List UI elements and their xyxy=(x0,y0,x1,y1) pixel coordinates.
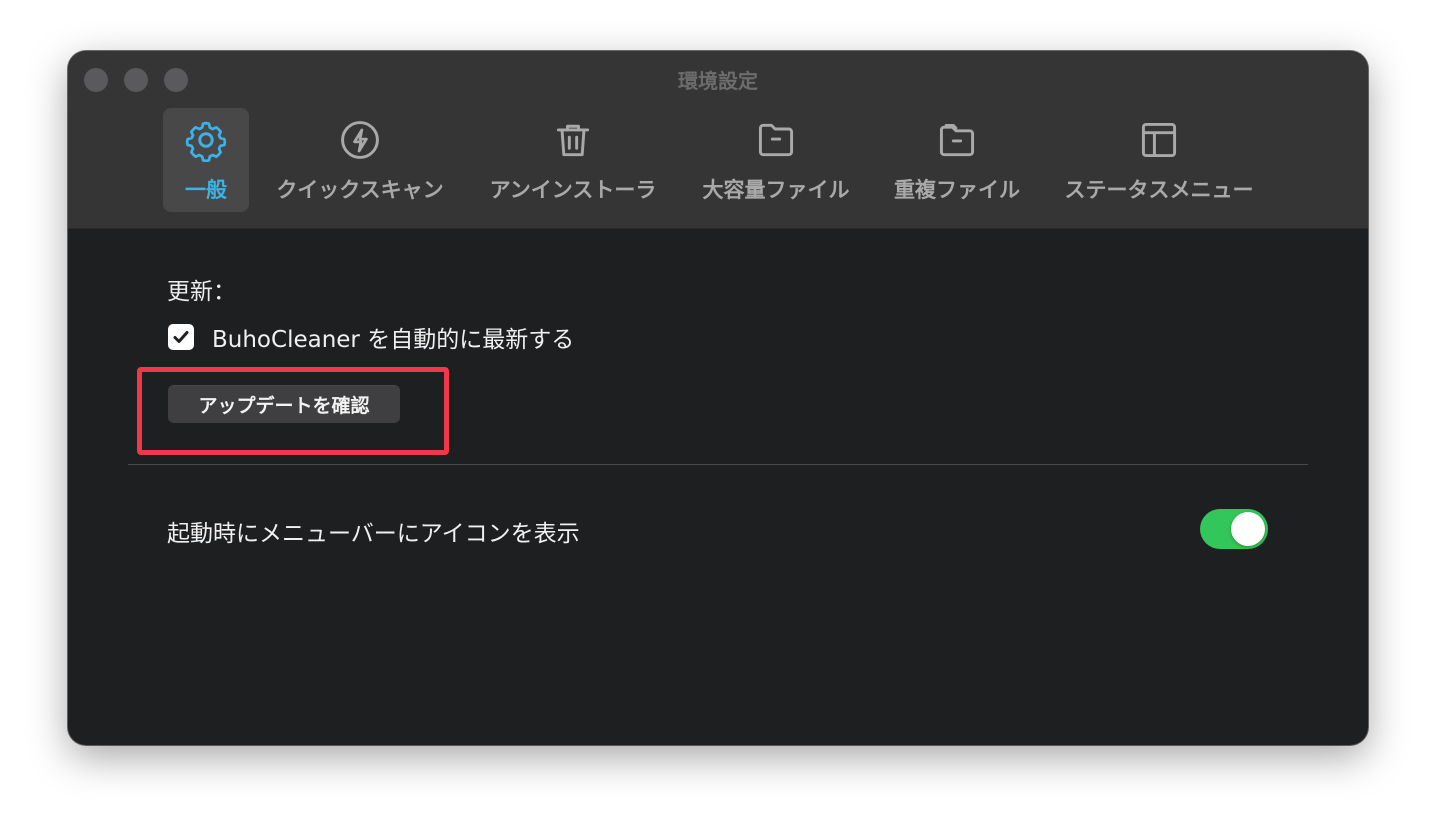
preferences-tabs: 一般 クイックスキャン アンインストーラ 大容量ファイル 重複ファイル ステータ… xyxy=(68,108,1368,212)
trash-icon xyxy=(551,118,595,162)
window-title: 環境設定 xyxy=(678,69,758,93)
checkmark-icon xyxy=(173,331,189,343)
tab-label: ステータスメニュー xyxy=(1064,178,1254,202)
general-settings-panel: 更新： BuhoCleaner を自動的に最新する アップデートを確認 起動時に… xyxy=(68,228,1368,745)
check-for-updates-button[interactable]: アップデートを確認 xyxy=(168,385,400,423)
lightning-icon xyxy=(338,118,382,162)
tab-general[interactable]: 一般 xyxy=(163,108,249,212)
tab-label: クイックスキャン xyxy=(276,178,444,202)
divider xyxy=(128,464,1308,465)
tab-label: 一般 xyxy=(185,178,227,202)
gear-icon xyxy=(184,118,228,162)
toggle-knob xyxy=(1231,512,1265,546)
menubar-icon-label: 起動時にメニューバーにアイコンを表示 xyxy=(167,521,580,547)
tab-uninstaller[interactable]: アンインストーラ xyxy=(481,108,665,212)
tab-duplicate-files[interactable]: 重複ファイル xyxy=(887,108,1027,212)
tab-large-files[interactable]: 大容量ファイル xyxy=(695,108,857,212)
folder-stack-icon xyxy=(935,118,979,162)
toolbar: 環境設定 一般 クイックスキャン アンインストーラ 大容量ファイル 重複ファイル… xyxy=(68,51,1368,229)
auto-update-row: BuhoCleaner を自動的に最新する xyxy=(168,320,574,354)
tab-status-menu[interactable]: ステータスメニュー xyxy=(1056,108,1262,212)
preferences-window: 環境設定 一般 クイックスキャン アンインストーラ 大容量ファイル 重複ファイル… xyxy=(68,51,1368,745)
auto-update-checkbox[interactable] xyxy=(168,324,194,350)
layout-icon xyxy=(1137,118,1181,162)
auto-update-label: BuhoCleaner を自動的に最新する xyxy=(212,327,575,353)
tab-quick-scan[interactable]: クイックスキャン xyxy=(268,108,452,212)
folder-icon xyxy=(754,118,798,162)
menubar-icon-toggle[interactable] xyxy=(1200,509,1268,549)
tab-label: 大容量ファイル xyxy=(702,178,850,202)
update-section-title: 更新： xyxy=(167,279,236,305)
tab-label: アンインストーラ xyxy=(489,178,657,202)
tab-label: 重複ファイル xyxy=(894,178,1020,202)
